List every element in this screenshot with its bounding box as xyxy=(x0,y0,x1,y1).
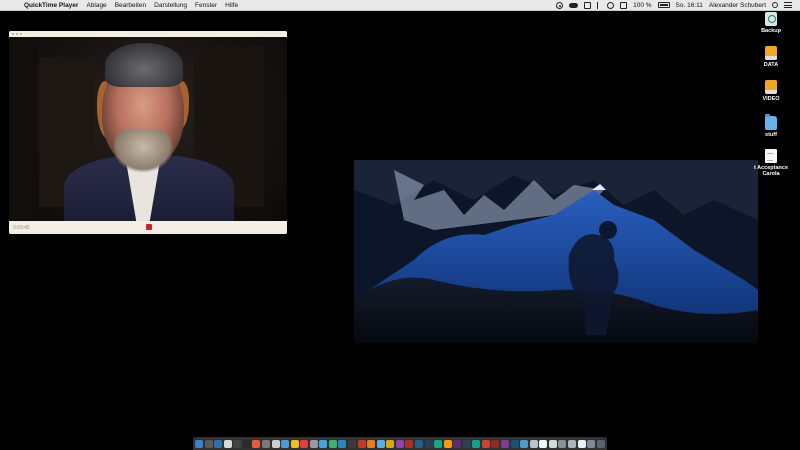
dock-app-icon[interactable] xyxy=(271,439,280,448)
dock-app-icon[interactable] xyxy=(481,439,490,448)
battery-percent[interactable]: 100 % xyxy=(633,0,651,11)
dock-app-icon[interactable] xyxy=(300,439,309,448)
clock[interactable]: So. 16:11 xyxy=(676,0,703,11)
minimize-button[interactable] xyxy=(16,33,18,35)
menu-hilfe[interactable]: Hilfe xyxy=(225,0,238,11)
dock-app-icon[interactable] xyxy=(348,439,356,448)
dock-app-icon[interactable] xyxy=(233,439,242,448)
dock-app-icon[interactable] xyxy=(510,439,519,448)
app-menu-quicktime[interactable]: QuickTime Player xyxy=(24,0,78,11)
dock-app-icon[interactable] xyxy=(453,439,462,448)
dock-app-icon[interactable] xyxy=(577,439,586,448)
dock-app-icon[interactable] xyxy=(520,439,529,448)
stop-record-button[interactable] xyxy=(146,224,152,230)
dock-app-icon[interactable] xyxy=(548,439,557,448)
playback-time: 0:03:45 xyxy=(13,224,30,231)
mountain-image xyxy=(354,160,758,343)
person-cap xyxy=(105,43,183,87)
dock-app-icon[interactable] xyxy=(539,439,548,448)
dock-app-icon[interactable] xyxy=(529,439,538,448)
desktop-icon-video[interactable]: VIDEO xyxy=(749,80,793,102)
battery-icon[interactable] xyxy=(657,2,670,8)
dock-app-icon[interactable] xyxy=(424,439,433,448)
dock-app-icon[interactable] xyxy=(204,439,213,448)
dock-app-icon[interactable] xyxy=(309,439,318,448)
search-icon[interactable] xyxy=(772,2,778,8)
desktop-icon-document[interactable]: t Acceptance Carola xyxy=(746,149,796,177)
dock-app-icon[interactable] xyxy=(261,439,270,448)
wifi-icon[interactable] xyxy=(607,1,615,9)
playback-controls[interactable]: 0:03:45 xyxy=(9,221,287,234)
dock-app-icon[interactable] xyxy=(443,439,452,448)
dock-app-icon[interactable] xyxy=(558,439,567,448)
dock-app-icon[interactable] xyxy=(367,439,376,448)
dock-app-icon[interactable] xyxy=(223,439,232,448)
person-beard xyxy=(112,129,174,173)
menu-fenster[interactable]: Fenster xyxy=(195,0,217,11)
dock-app-icon[interactable] xyxy=(491,439,500,448)
target-icon[interactable] xyxy=(556,1,564,9)
desktop-icon-label: t Acceptance Carola xyxy=(753,165,789,177)
desktop-icon-label: stuff xyxy=(765,132,777,138)
close-button[interactable] xyxy=(12,33,14,35)
dock xyxy=(193,437,607,450)
zoom-button[interactable] xyxy=(20,33,22,35)
dock-app-icon[interactable] xyxy=(501,439,509,448)
dock-app-icon[interactable] xyxy=(434,439,443,448)
document-icon xyxy=(765,149,777,163)
dock-app-icon[interactable] xyxy=(338,439,347,448)
dock-app-icon[interactable] xyxy=(472,439,481,448)
screen-icon[interactable] xyxy=(584,1,592,9)
apple-menu-icon[interactable] xyxy=(8,1,15,9)
quicktime-window[interactable]: 0:03:45 xyxy=(9,31,287,234)
dock-app-icon[interactable] xyxy=(319,439,328,448)
user-name[interactable]: Alexander Schubert xyxy=(709,0,766,11)
desktop-icon-stuff[interactable]: stuff xyxy=(749,114,793,138)
desktop-icon-backup[interactable]: Backup xyxy=(749,12,793,34)
dock-app-icon[interactable] xyxy=(405,439,414,448)
dock-app-icon[interactable] xyxy=(195,439,203,448)
dock-app-icon[interactable] xyxy=(567,439,576,448)
menu-bar: QuickTime Player Ablage Bearbeiten Darst… xyxy=(0,0,800,11)
dock-app-icon[interactable] xyxy=(281,439,290,448)
desktop-icon-label: DATA xyxy=(763,62,779,68)
external-drive-icon xyxy=(765,46,777,60)
dock-app-icon[interactable] xyxy=(328,439,337,448)
menu-bearbeiten[interactable]: Bearbeiten xyxy=(115,0,146,11)
bluetooth-icon[interactable] xyxy=(597,1,601,9)
dock-app-icon[interactable] xyxy=(414,439,423,448)
list-icon[interactable] xyxy=(784,2,792,8)
dock-app-icon[interactable] xyxy=(587,439,596,448)
dock-app-icon[interactable] xyxy=(290,439,299,448)
desktop-icon-data[interactable]: DATA xyxy=(749,46,793,68)
folder-icon xyxy=(765,114,777,130)
backup-drive-icon xyxy=(765,12,777,26)
dock-app-icon[interactable] xyxy=(395,439,404,448)
dock-app-icon[interactable] xyxy=(386,439,395,448)
image-window[interactable] xyxy=(354,160,758,343)
video-frame[interactable] xyxy=(9,37,287,221)
menu-darstellung[interactable]: Darstellung xyxy=(154,0,187,11)
dock-app-icon[interactable] xyxy=(596,439,605,448)
dock-app-icon[interactable] xyxy=(242,439,251,448)
desktop-icon-label: Backup xyxy=(761,28,781,34)
status-area: 100 % So. 16:11 Alexander Schubert xyxy=(550,0,792,11)
dock-app-icon[interactable] xyxy=(357,439,366,448)
background-wall xyxy=(9,37,37,221)
external-drive-icon xyxy=(765,80,777,94)
dock-app-icon[interactable] xyxy=(376,439,385,448)
desktop-icon-label: VIDEO xyxy=(762,96,780,102)
cloud-icon[interactable] xyxy=(569,2,579,8)
dock-app-icon[interactable] xyxy=(462,439,471,448)
volume-icon[interactable] xyxy=(620,1,628,9)
dock-app-icon[interactable] xyxy=(252,439,261,448)
menu-ablage[interactable]: Ablage xyxy=(86,0,106,11)
dock-app-icon[interactable] xyxy=(214,439,223,448)
